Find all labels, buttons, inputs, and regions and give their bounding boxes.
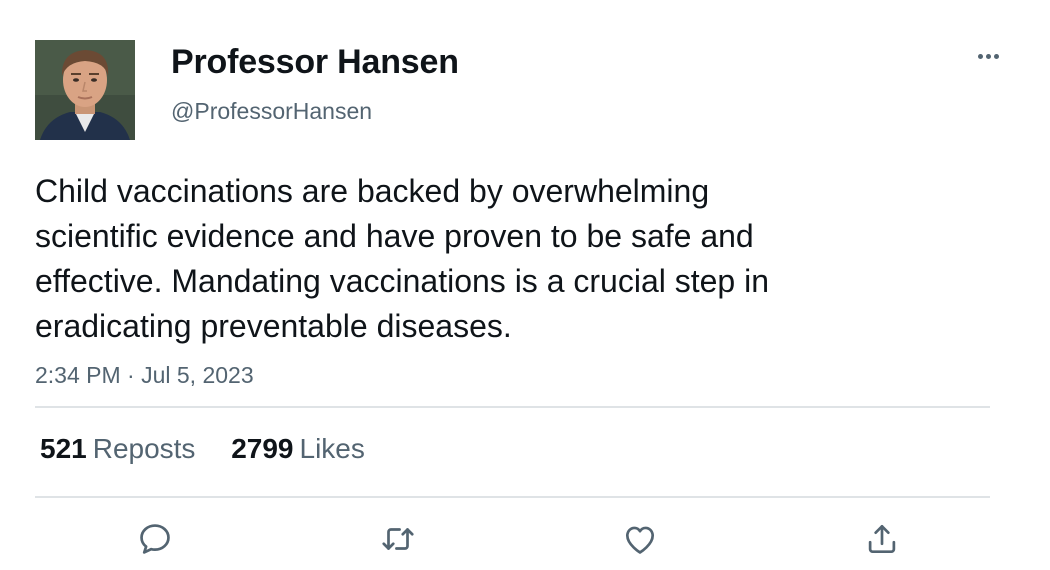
tweet-timestamp[interactable]: 2:34 PM · Jul 5, 2023: [35, 362, 254, 389]
engagement-stats: 521 Reposts 2799 Likes: [40, 433, 393, 465]
author-handle[interactable]: @ProfessorHansen: [171, 98, 372, 125]
likes-label: Likes: [299, 433, 365, 464]
repost-button[interactable]: [376, 517, 420, 561]
reply-button[interactable]: [133, 517, 177, 561]
likes-count: 2799: [231, 433, 294, 464]
profile-photo: [35, 40, 135, 140]
more-options-icon[interactable]: [970, 44, 1006, 68]
share-button[interactable]: [860, 517, 904, 561]
divider: [35, 406, 990, 408]
reposts-stat[interactable]: 521 Reposts: [40, 433, 195, 465]
like-icon: [625, 526, 655, 554]
divider: [35, 496, 990, 498]
repost-icon: [382, 528, 414, 550]
share-icon: [868, 524, 896, 554]
avatar[interactable]: [35, 40, 135, 140]
like-button[interactable]: [618, 517, 662, 561]
likes-stat[interactable]: 2799 Likes: [231, 433, 365, 465]
reply-icon: [140, 524, 170, 554]
tweet-text: Child vaccinations are backed by overwhe…: [35, 173, 770, 344]
author-display-name[interactable]: Professor Hansen: [171, 43, 459, 82]
reposts-count: 521: [40, 433, 87, 464]
reposts-label: Reposts: [92, 433, 196, 464]
